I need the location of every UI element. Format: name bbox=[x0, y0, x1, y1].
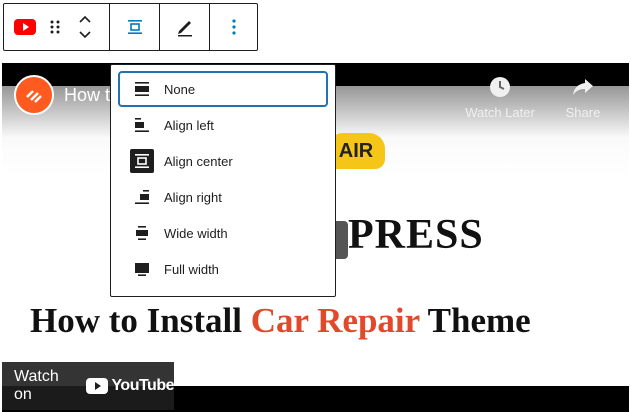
channel-logo[interactable] bbox=[14, 75, 54, 115]
menu-item-label: None bbox=[164, 81, 196, 97]
align-none-icon bbox=[130, 77, 154, 101]
alignment-menu: None Align left Align center Align right… bbox=[110, 64, 336, 297]
move-buttons[interactable] bbox=[70, 4, 100, 50]
drag-handle-icon bbox=[50, 20, 60, 34]
youtube-word: YouTube bbox=[111, 377, 174, 394]
move-down-icon[interactable] bbox=[78, 30, 92, 40]
youtube-block-button[interactable] bbox=[10, 4, 40, 50]
menu-item-label: Full width bbox=[164, 261, 219, 277]
clock-icon bbox=[490, 77, 510, 97]
watch-later-label: Watch Later bbox=[465, 105, 535, 120]
watch-later-button[interactable]: Watch Later bbox=[460, 75, 540, 120]
video-title[interactable]: How t bbox=[64, 85, 110, 106]
toolbar-group-align bbox=[110, 4, 160, 50]
thumbnail-headline: How to Install Car Repair Theme bbox=[30, 301, 610, 341]
toolbar-group-options bbox=[210, 4, 257, 50]
menu-item-align-left[interactable]: Align left bbox=[118, 107, 328, 143]
watch-on-label: Watch on bbox=[14, 368, 59, 403]
menu-item-label: Align center bbox=[164, 153, 233, 169]
more-options-button[interactable] bbox=[210, 4, 257, 50]
align-left-icon bbox=[130, 113, 154, 137]
share-arrow-icon bbox=[573, 79, 593, 95]
edit-pencil-icon bbox=[177, 21, 192, 37]
share-label: Share bbox=[565, 105, 601, 120]
channel-logo-icon bbox=[26, 90, 42, 103]
youtube-block-icon bbox=[14, 19, 36, 35]
align-full-icon bbox=[130, 257, 154, 281]
menu-item-align-center[interactable]: Align center bbox=[118, 143, 328, 179]
menu-item-label: Align left bbox=[164, 117, 214, 133]
menu-item-full-width[interactable]: Full width bbox=[118, 251, 328, 287]
headline-part1: How to Install bbox=[30, 301, 251, 340]
align-button[interactable] bbox=[111, 4, 159, 50]
align-center-icon bbox=[130, 149, 154, 173]
menu-item-label: Align right bbox=[164, 189, 222, 205]
align-center-icon bbox=[127, 20, 142, 34]
youtube-logo: YouTube bbox=[86, 377, 174, 395]
share-button[interactable]: Share bbox=[543, 75, 623, 120]
menu-item-align-right[interactable]: Align right bbox=[118, 179, 328, 215]
headline-accent: Car Repair bbox=[250, 301, 420, 340]
menu-item-label: Wide width bbox=[164, 225, 228, 241]
toolbar-group-block bbox=[4, 4, 110, 50]
drag-handle-button[interactable] bbox=[40, 4, 70, 50]
menu-item-none[interactable]: None bbox=[118, 71, 328, 107]
headline-part2: Theme bbox=[419, 301, 531, 340]
press-text: PRESS bbox=[348, 212, 484, 258]
block-toolbar bbox=[3, 3, 258, 51]
more-options-icon bbox=[231, 19, 236, 35]
toolbar-group-edit bbox=[160, 4, 210, 50]
menu-item-wide-width[interactable]: Wide width bbox=[118, 215, 328, 251]
align-right-icon bbox=[130, 185, 154, 209]
thumbnail-dark-tab bbox=[334, 221, 348, 259]
align-wide-icon bbox=[130, 221, 154, 245]
move-up-icon[interactable] bbox=[78, 14, 92, 24]
edit-url-button[interactable] bbox=[161, 4, 209, 50]
watch-on-youtube-button[interactable]: Watch on YouTube bbox=[2, 362, 174, 410]
youtube-play-icon bbox=[86, 378, 109, 394]
